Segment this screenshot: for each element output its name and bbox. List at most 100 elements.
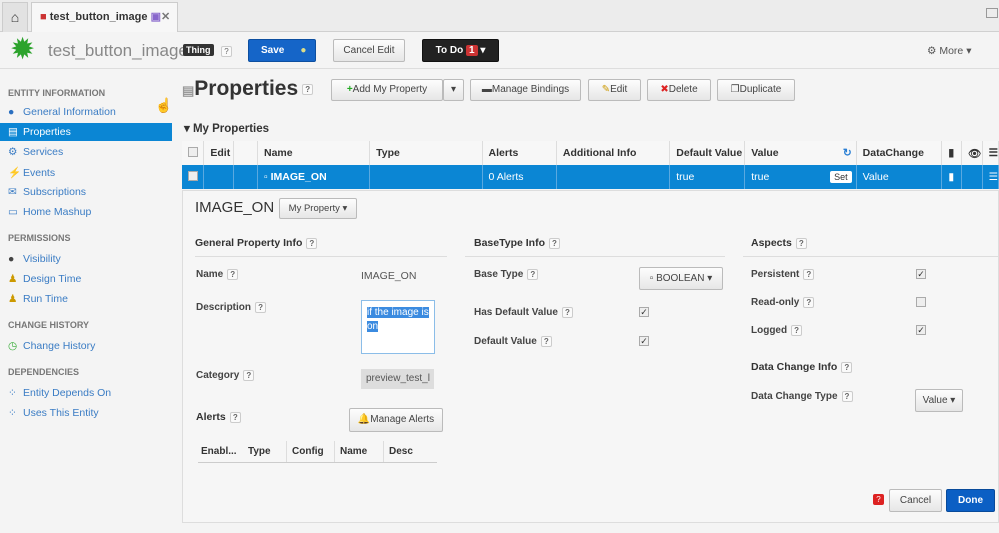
alerts-col-type[interactable]: Type xyxy=(243,441,287,462)
cancel-button[interactable]: Cancel xyxy=(889,489,942,512)
manage-bindings-button[interactable]: ▬Manage Bindings xyxy=(470,79,581,101)
home-tab[interactable]: ⌂ xyxy=(2,2,28,32)
bell-icon: 🔔 xyxy=(357,414,371,425)
sidebar-item-change-history[interactable]: ◷ Change History xyxy=(8,340,95,352)
sidebar-item-events[interactable]: ⚡ Events xyxy=(8,166,55,179)
data-change-type-dropdown[interactable]: Value ▾ xyxy=(915,389,963,412)
properties-icon: ▤ xyxy=(8,126,18,138)
alerts-col-desc[interactable]: Desc xyxy=(384,441,413,462)
refresh-icon[interactable]: ↻ xyxy=(843,147,852,159)
default-value-checkbox[interactable]: ✓ xyxy=(639,336,649,346)
manage-alerts-button[interactable]: 🔔Manage Alerts xyxy=(349,408,443,432)
save-button[interactable]: Save ● xyxy=(248,39,316,62)
set-button[interactable]: Set xyxy=(830,171,852,183)
cancel-edit-button[interactable]: Cancel Edit xyxy=(333,39,405,62)
alerts-col-enabled[interactable]: Enabl... xyxy=(198,441,243,462)
sidebar-item-home-mashup[interactable]: ▭ Home Mashup xyxy=(8,206,91,218)
subscriptions-icon: ✉ xyxy=(8,186,17,198)
readonly-col-icon[interactable]: 👁 xyxy=(961,141,983,165)
delete-icon: ✖ xyxy=(660,84,669,95)
gear-icon: ✹ xyxy=(10,33,36,66)
readonly-label: Read-only? xyxy=(751,297,815,308)
alerts-col-name[interactable]: Name xyxy=(335,441,384,462)
design-time-icon: ♟ xyxy=(8,273,18,285)
col-additional-info[interactable]: Additional Info xyxy=(556,141,671,165)
thing-icon: ■ xyxy=(40,11,47,23)
col-name[interactable]: Name xyxy=(257,141,371,165)
alerts-table-header: Enabl... Type Config Name Desc xyxy=(198,441,437,463)
col-datachange[interactable]: DataChange xyxy=(856,141,943,165)
section-dependencies: DEPENDENCIES xyxy=(8,367,80,377)
events-icon: ⚡ xyxy=(8,167,22,179)
close-icon[interactable]: ✕ xyxy=(161,11,170,23)
category-dropdown[interactable]: My Property ▾ xyxy=(279,198,357,219)
my-properties-header[interactable]: ▾ My Properties xyxy=(184,121,269,135)
add-property-button[interactable]: +Add My Property xyxy=(331,79,443,101)
default-value-label: Default Value? xyxy=(474,336,552,347)
name-value: IMAGE_ON xyxy=(361,270,417,282)
col-default-value[interactable]: Default Value xyxy=(669,141,746,165)
col-type[interactable]: Type xyxy=(369,141,483,165)
sidebar-item-design-time[interactable]: ♟ Design Time xyxy=(8,273,81,285)
logged-label: Logged? xyxy=(751,325,803,336)
readonly-checkbox[interactable] xyxy=(916,297,926,307)
duplicate-icon: ❐ xyxy=(730,84,740,95)
more-menu[interactable]: ⚙ More ▾ xyxy=(927,45,971,57)
help-icon[interactable]: ? xyxy=(221,46,232,57)
entity-tab[interactable]: ■ test_button_image ▣✕ xyxy=(31,2,178,32)
sidebar-item-visibility[interactable]: ● Visibility xyxy=(8,253,61,265)
sidebar-item-services[interactable]: ⚙ Services xyxy=(8,146,63,158)
run-time-icon: ♟ xyxy=(8,293,18,305)
section-entity-information: ENTITY INFORMATION xyxy=(8,88,106,98)
mashup-icon: ▭ xyxy=(8,206,18,218)
has-default-checkbox[interactable]: ✓ xyxy=(639,307,649,317)
col-edit[interactable]: Edit xyxy=(203,141,235,165)
sidebar-item-properties[interactable]: ▤ Properties xyxy=(0,123,172,141)
aspects-header: Aspects? xyxy=(743,237,999,257)
edit-button[interactable]: ✎Edit xyxy=(588,79,641,101)
select-all-checkbox[interactable] xyxy=(188,146,198,157)
category-label: Category? xyxy=(196,370,255,381)
duplicate-button[interactable]: ❐Duplicate xyxy=(717,79,795,101)
base-type-label: Base Type? xyxy=(474,269,539,280)
boolean-icon: ▫ xyxy=(263,171,268,183)
boolean-icon: ▫ xyxy=(649,273,654,284)
logged-icon: ☰ xyxy=(982,165,999,189)
persistent-checkbox[interactable]: ✓ xyxy=(916,269,926,279)
general-info-header: General Property Info? xyxy=(195,237,447,257)
alerts-header: Alerts? xyxy=(196,411,241,423)
sidebar-item-entity-depends-on[interactable]: ⁘ Entity Depends On xyxy=(8,387,111,399)
sidebar-item-subscriptions[interactable]: ✉ Subscriptions xyxy=(8,186,86,198)
col-alerts[interactable]: Alerts xyxy=(482,141,557,165)
window-icon[interactable] xyxy=(986,8,998,18)
thing-badge: Thing xyxy=(183,44,214,56)
save-icon: ▣ xyxy=(150,11,161,23)
cursor-icon: ☝ xyxy=(155,97,173,113)
col-blank xyxy=(233,141,258,165)
logged-checkbox[interactable]: ✓ xyxy=(916,325,926,335)
clock-icon: ◷ xyxy=(8,340,18,352)
name-label: Name? xyxy=(196,269,239,280)
todo-button[interactable]: To Do 1 ▾ xyxy=(422,39,499,62)
description-textarea[interactable]: if the image is on xyxy=(361,300,435,354)
sidebar-item-run-time[interactable]: ♟ Run Time xyxy=(8,293,68,305)
alerts-col-config[interactable]: Config xyxy=(287,441,335,462)
page-title: ▤Properties? xyxy=(182,77,314,101)
section-permissions: PERMISSIONS xyxy=(8,233,71,243)
add-dropdown-button[interactable]: ▾ xyxy=(443,79,464,101)
sidebar-item-general-information[interactable]: ● General Information xyxy=(8,106,116,118)
row-checkbox[interactable] xyxy=(188,170,198,181)
base-type-dropdown[interactable]: ▫ BOOLEAN ▾ xyxy=(639,267,723,290)
table-row[interactable]: ▫ IMAGE_ON 0 Alerts true true Set Value ▮… xyxy=(182,165,999,189)
logged-col-icon[interactable]: ☰ xyxy=(982,141,999,165)
sidebar-item-uses-this-entity[interactable]: ⁘ Uses This Entity xyxy=(8,407,99,419)
category-input[interactable]: preview_test_l xyxy=(361,369,434,389)
divider xyxy=(0,68,999,69)
persistent-col-icon[interactable]: ▮ xyxy=(941,141,963,165)
comment-icon: ● xyxy=(300,45,307,56)
col-value[interactable]: Value xyxy=(751,147,778,159)
error-icon[interactable]: ? xyxy=(873,494,884,505)
done-button[interactable]: Done xyxy=(946,489,995,512)
dependency-icon: ⁘ xyxy=(8,407,17,419)
delete-button[interactable]: ✖Delete xyxy=(647,79,711,101)
